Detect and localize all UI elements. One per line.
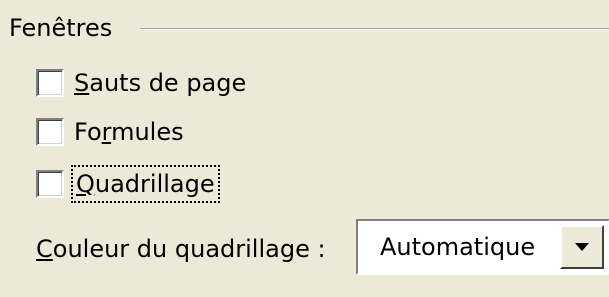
page-breaks-checkbox[interactable] — [36, 69, 64, 97]
gridlines-option[interactable]: Quadrillage — [36, 164, 220, 204]
formulas-checkbox[interactable] — [36, 118, 64, 146]
gridline-color-row: Couleur du quadrillage : — [36, 226, 326, 272]
gridlines-label[interactable]: Quadrillage — [71, 165, 220, 203]
fenetres-group: Fenêtres Sauts de page Formules Quadrill… — [0, 0, 609, 297]
gridline-color-select[interactable]: Automatique — [356, 219, 609, 275]
chevron-down-icon — [575, 243, 589, 251]
gridline-color-label: Couleur du quadrillage : — [36, 235, 326, 263]
page-breaks-option[interactable]: Sauts de page — [36, 63, 246, 103]
group-divider — [140, 28, 609, 30]
page-breaks-label[interactable]: Sauts de page — [74, 67, 246, 99]
formulas-option[interactable]: Formules — [36, 112, 184, 152]
gridline-color-value: Automatique — [380, 233, 536, 261]
group-title: Fenêtres — [9, 10, 123, 46]
formulas-label[interactable]: Formules — [74, 116, 184, 148]
gridlines-checkbox[interactable] — [36, 170, 64, 198]
dropdown-button[interactable] — [560, 225, 604, 269]
